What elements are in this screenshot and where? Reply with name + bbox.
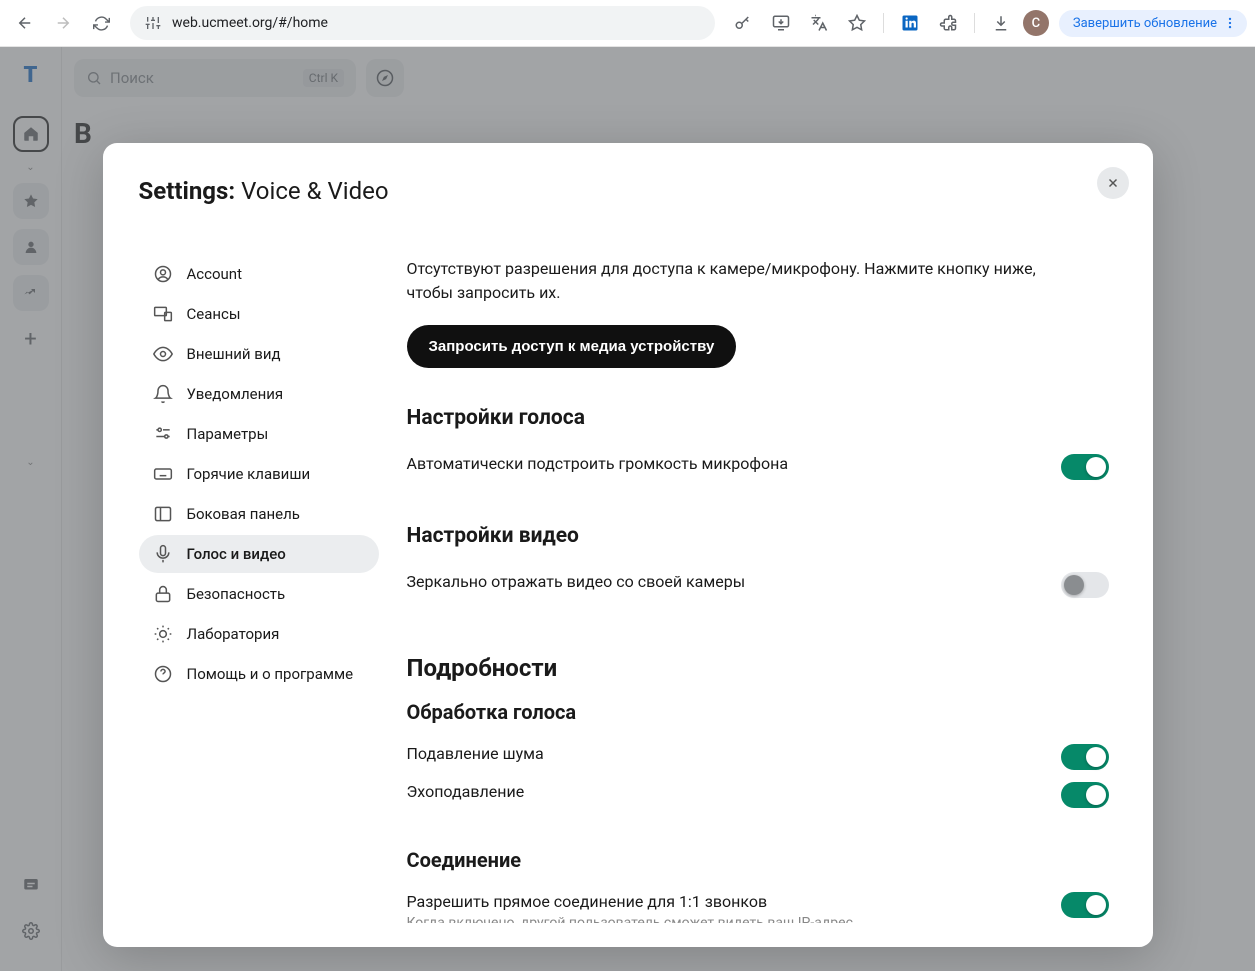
- nav-item-account[interactable]: Account: [139, 255, 379, 293]
- translate-icon[interactable]: [803, 7, 835, 39]
- address-url: web.ucmeet.org/#/home: [172, 15, 328, 31]
- install-app-icon[interactable]: [765, 7, 797, 39]
- nav-item-sessions[interactable]: Сеансы: [139, 295, 379, 333]
- user-circle-icon: [153, 264, 173, 284]
- sliders-icon: [153, 424, 173, 444]
- downloads-icon[interactable]: [985, 7, 1017, 39]
- nav-item-security[interactable]: Безопасность: [139, 575, 379, 613]
- mic-icon: [153, 544, 173, 564]
- nav-item-voice-video[interactable]: Голос и видео: [139, 535, 379, 573]
- nav-item-notifications[interactable]: Уведомления: [139, 375, 379, 413]
- details-section-title: Подробности: [407, 654, 1109, 682]
- close-icon: [1106, 176, 1120, 190]
- settings-modal: Settings: Voice & Video Account Сеансы В…: [103, 143, 1153, 947]
- settings-content: Отсутствуют разрешения для доступа к кам…: [379, 233, 1117, 923]
- video-section-title: Настройки видео: [407, 524, 1109, 548]
- flask-icon: [153, 624, 173, 644]
- setting-noise-suppression: Подавление шума: [407, 738, 1109, 776]
- nav-item-keyboard[interactable]: Горячие клавиши: [139, 455, 379, 493]
- key-icon[interactable]: [727, 7, 759, 39]
- setting-echo-cancellation: Эхоподавление: [407, 776, 1109, 814]
- toggle-echo-cancellation[interactable]: [1061, 782, 1109, 808]
- toolbar-divider-2: [974, 13, 975, 33]
- close-button[interactable]: [1097, 167, 1129, 199]
- toolbar-icons: C Завершить обновление: [727, 7, 1247, 39]
- extensions-icon[interactable]: [932, 7, 964, 39]
- browser-toolbar: web.ucmeet.org/#/home C Завершить обновл…: [0, 0, 1255, 47]
- keyboard-icon: [153, 464, 173, 484]
- settings-nav: Account Сеансы Внешний вид Уведомления П…: [139, 233, 379, 923]
- profile-avatar[interactable]: C: [1023, 10, 1049, 36]
- setting-auto-gain: Автоматически подстроить громкость микро…: [407, 448, 1109, 486]
- toggle-p2p[interactable]: [1061, 892, 1109, 918]
- eye-icon: [153, 344, 173, 364]
- address-bar[interactable]: web.ucmeet.org/#/home: [130, 6, 715, 40]
- reload-button[interactable]: [84, 6, 118, 40]
- request-media-button[interactable]: Запросить доступ к медиа устройству: [407, 325, 737, 368]
- nav-item-appearance[interactable]: Внешний вид: [139, 335, 379, 373]
- bell-icon: [153, 384, 173, 404]
- linkedin-icon[interactable]: [894, 7, 926, 39]
- setting-p2p: Разрешить прямое соединение для 1:1 звон…: [407, 886, 1109, 923]
- toggle-auto-gain[interactable]: [1061, 454, 1109, 480]
- nav-item-labs[interactable]: Лаборатория: [139, 615, 379, 653]
- voice-processing-title: Обработка голоса: [407, 700, 1109, 724]
- nav-item-sidebar[interactable]: Боковая панель: [139, 495, 379, 533]
- toggle-noise-suppression[interactable]: [1061, 744, 1109, 770]
- modal-overlay[interactable]: Settings: Voice & Video Account Сеансы В…: [0, 47, 1255, 971]
- lock-icon: [153, 584, 173, 604]
- help-icon: [153, 664, 173, 684]
- setting-mirror-video: Зеркально отражать видео со своей камеры: [407, 566, 1109, 604]
- forward-button[interactable]: [46, 6, 80, 40]
- modal-title: Settings: Voice & Video: [139, 177, 1117, 205]
- nav-item-preferences[interactable]: Параметры: [139, 415, 379, 453]
- back-button[interactable]: [8, 6, 42, 40]
- devices-icon: [153, 304, 173, 324]
- voice-section-title: Настройки голоса: [407, 406, 1109, 430]
- toggle-mirror-video[interactable]: [1061, 572, 1109, 598]
- permission-text: Отсутствуют разрешения для доступа к кам…: [407, 257, 1047, 305]
- nav-item-about[interactable]: Помощь и о программе: [139, 655, 379, 693]
- site-settings-icon[interactable]: [144, 14, 162, 32]
- bookmark-icon[interactable]: [841, 7, 873, 39]
- update-button[interactable]: Завершить обновление: [1059, 10, 1247, 37]
- toolbar-divider: [883, 13, 884, 33]
- connection-section-title: Соединение: [407, 848, 1109, 872]
- sidebar-icon: [153, 504, 173, 524]
